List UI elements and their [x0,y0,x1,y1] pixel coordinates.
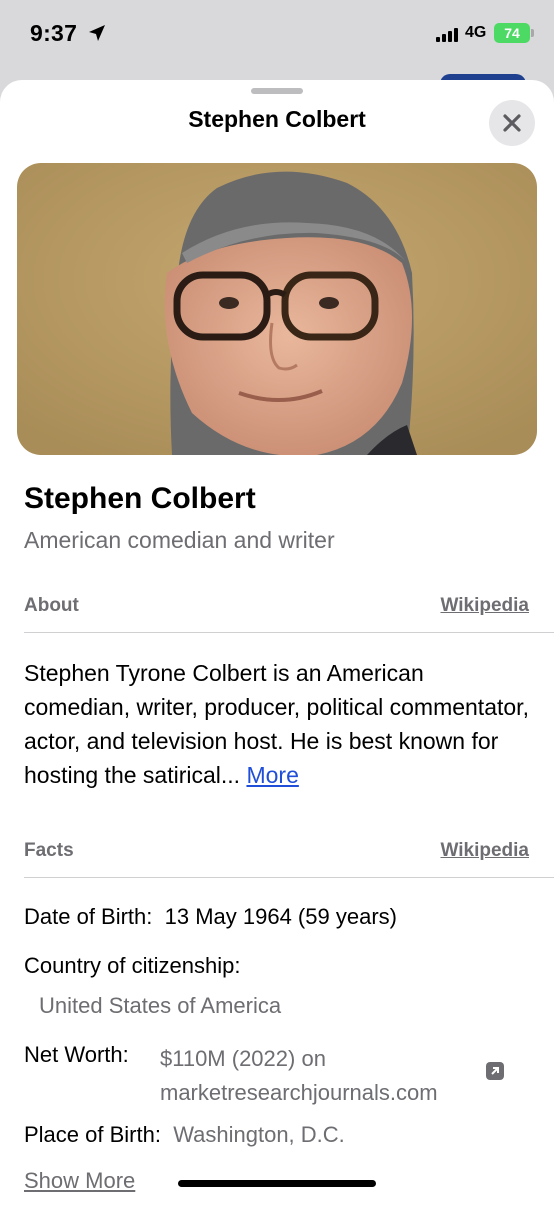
facts-source-link[interactable]: Wikipedia [440,840,529,862]
fact-country-value: United States of America [39,993,281,1019]
fact-label: Country of citizenship: [24,953,241,978]
fact-value-line1: $110M (2022) on [160,1046,326,1071]
fact-net-worth-value[interactable]: $110M (2022) on marketresearchjournals.c… [160,1042,438,1110]
person-description: American comedian and writer [24,527,335,553]
fact-value: Washington, D.C. [173,1122,345,1147]
about-divider [24,632,554,633]
battery-level: 74 [504,25,520,41]
more-link[interactable]: More [246,762,298,788]
person-name: Stephen Colbert [24,482,256,515]
status-time: 9:37 [30,20,78,46]
network-type: 4G [465,24,487,41]
sheet-grabber[interactable] [251,88,303,94]
fact-date-of-birth: Date of Birth: 13 May 1964 (59 years) [24,904,397,930]
fact-value-line2: marketresearchjournals.com [160,1080,438,1105]
fact-place-of-birth: Place of Birth: Washington, D.C. [24,1122,345,1148]
close-button[interactable] [489,100,535,146]
battery-icon: 74 [494,23,534,43]
location-arrow-icon [89,25,105,41]
facts-section-header: Facts Wikipedia [24,840,529,870]
facts-header: Facts [24,840,74,861]
fact-value: United States of America [39,993,282,1018]
about-source-link[interactable]: Wikipedia [440,595,529,617]
cellular-signal-icon [436,28,462,42]
arrow-up-right-icon [491,1067,499,1075]
sheet-title: Stephen Colbert [188,106,366,132]
fact-label: Net Worth: [24,1042,129,1067]
show-more-link[interactable]: Show More [24,1168,135,1194]
person-photo[interactable] [17,163,537,455]
external-link-icon[interactable] [486,1062,504,1080]
about-header: About [24,595,79,616]
home-indicator[interactable] [178,1180,376,1187]
fact-net-worth-label: Net Worth: [24,1042,129,1068]
about-text: Stephen Tyrone Colbert is an American co… [24,656,534,792]
fact-label: Place of Birth: [24,1122,161,1147]
about-section-header: About Wikipedia [24,595,529,625]
fact-label: Date of Birth: [24,904,153,929]
close-icon [503,114,521,132]
fact-value: 13 May 1964 (59 years) [164,904,397,929]
knowledge-sheet: Stephen Colbert Stephen Colbert American… [0,80,554,1210]
status-bar: 9:37 4G 74 [0,0,554,70]
facts-divider [24,877,554,878]
fact-country-label: Country of citizenship: [24,953,240,979]
